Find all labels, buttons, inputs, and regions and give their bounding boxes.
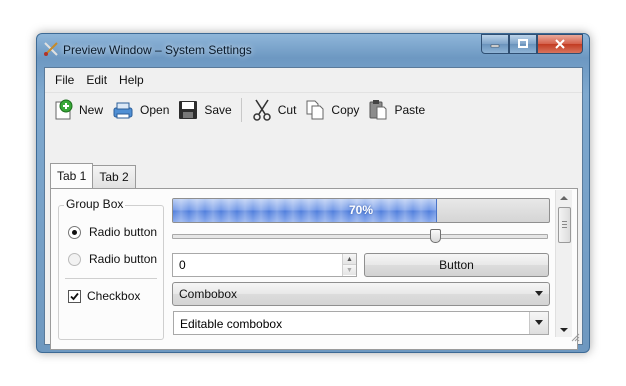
save-icon [179, 101, 198, 119]
checkmark-icon [70, 292, 79, 300]
resize-grip-icon[interactable] [570, 332, 580, 342]
grip-line [562, 221, 567, 222]
window-title: Preview Window – System Settings [63, 43, 252, 57]
toolbar-separator [240, 98, 242, 122]
tab-1[interactable]: Tab 1 [50, 163, 94, 188]
open-label: Open [140, 103, 170, 117]
radio-indicator [68, 252, 81, 266]
spin-up-button[interactable]: ▲ [343, 254, 356, 264]
grip-line [562, 224, 567, 225]
maximize-button[interactable] [509, 34, 537, 54]
progress-bar: 70% [172, 198, 550, 223]
paste-icon [369, 100, 387, 120]
editable-combobox[interactable] [173, 311, 549, 335]
tab-2[interactable]: Tab 2 [92, 165, 136, 188]
tab-bar: Tab 1 Tab 2 [50, 163, 136, 189]
menu-edit[interactable]: Edit [80, 68, 113, 92]
copy-icon [306, 100, 324, 120]
tools-icon [44, 42, 58, 56]
spin-box-input[interactable] [175, 256, 341, 274]
chevron-down-icon [535, 291, 543, 296]
chevron-down-icon [535, 320, 543, 325]
checkbox-indicator [68, 289, 81, 303]
new-file-icon [55, 99, 73, 120]
slider[interactable] [172, 229, 548, 243]
window-frame: Preview Window – System Settings File Ed… [36, 33, 590, 353]
push-button[interactable]: Button [364, 253, 549, 277]
progress-text: 70% [348, 203, 374, 217]
printer-icon [113, 102, 133, 119]
new-label: New [79, 103, 104, 117]
combobox-value: Combobox [179, 287, 238, 301]
combobox[interactable]: Combobox [172, 282, 550, 306]
slider-thumb[interactable] [430, 229, 442, 243]
minimize-button[interactable] [481, 34, 509, 54]
radio-label: Radio button [89, 225, 158, 239]
scrollbar-thumb[interactable] [558, 207, 571, 243]
editable-combobox-dropdown-button[interactable] [529, 312, 548, 334]
scroll-down-arrow-icon[interactable] [560, 328, 568, 332]
spin-box[interactable]: ▲ ▼ [172, 253, 357, 277]
paste-button[interactable]: Paste [363, 96, 429, 124]
radio-button-1[interactable]: Radio button [68, 225, 157, 239]
group-box: Group Box Radio button Radio button Chec… [58, 197, 164, 340]
menu-bar: File Edit Help [45, 68, 582, 92]
save-label: Save [204, 103, 232, 117]
client-area: File Edit Help New Open Save Cut Copy Pa… [44, 67, 583, 350]
close-icon [555, 39, 565, 49]
grip-line [562, 227, 567, 228]
scissors-icon [252, 99, 271, 121]
checkbox-label: Checkbox [87, 289, 141, 303]
menu-file[interactable]: File [49, 68, 80, 92]
group-box-title: Group Box [64, 197, 126, 211]
close-button[interactable] [537, 34, 583, 54]
checkbox[interactable]: Checkbox [68, 289, 140, 303]
copy-label: Copy [331, 103, 360, 117]
vertical-scrollbar[interactable] [555, 190, 572, 337]
new-button[interactable]: New [48, 96, 107, 124]
toolbar: New Open Save Cut Copy Paste [45, 92, 582, 127]
open-button[interactable]: Open [107, 96, 173, 124]
slider-track [172, 234, 548, 239]
title-bar[interactable]: Preview Window – System Settings [37, 34, 589, 64]
paste-label: Paste [394, 103, 426, 117]
group-separator [65, 278, 157, 279]
copy-button[interactable]: Copy [300, 96, 363, 124]
save-button[interactable]: Save [173, 96, 235, 124]
radio-dot [72, 229, 77, 235]
tab-pane: Group Box Radio button Radio button Chec… [50, 188, 578, 350]
spin-down-button[interactable]: ▼ [343, 264, 356, 275]
spin-buttons: ▲ ▼ [342, 254, 356, 276]
scroll-up-arrow-icon[interactable] [560, 196, 568, 200]
radio-label: Radio button [89, 252, 158, 266]
radio-button-2[interactable]: Radio button [68, 252, 157, 266]
radio-indicator [68, 225, 81, 239]
cut-button[interactable]: Cut [247, 96, 301, 124]
caption-buttons [481, 34, 583, 54]
minimize-icon [490, 44, 500, 48]
menu-help[interactable]: Help [113, 68, 150, 92]
maximize-icon [518, 39, 528, 48]
cut-label: Cut [277, 103, 297, 117]
editable-combobox-input[interactable] [178, 315, 522, 333]
